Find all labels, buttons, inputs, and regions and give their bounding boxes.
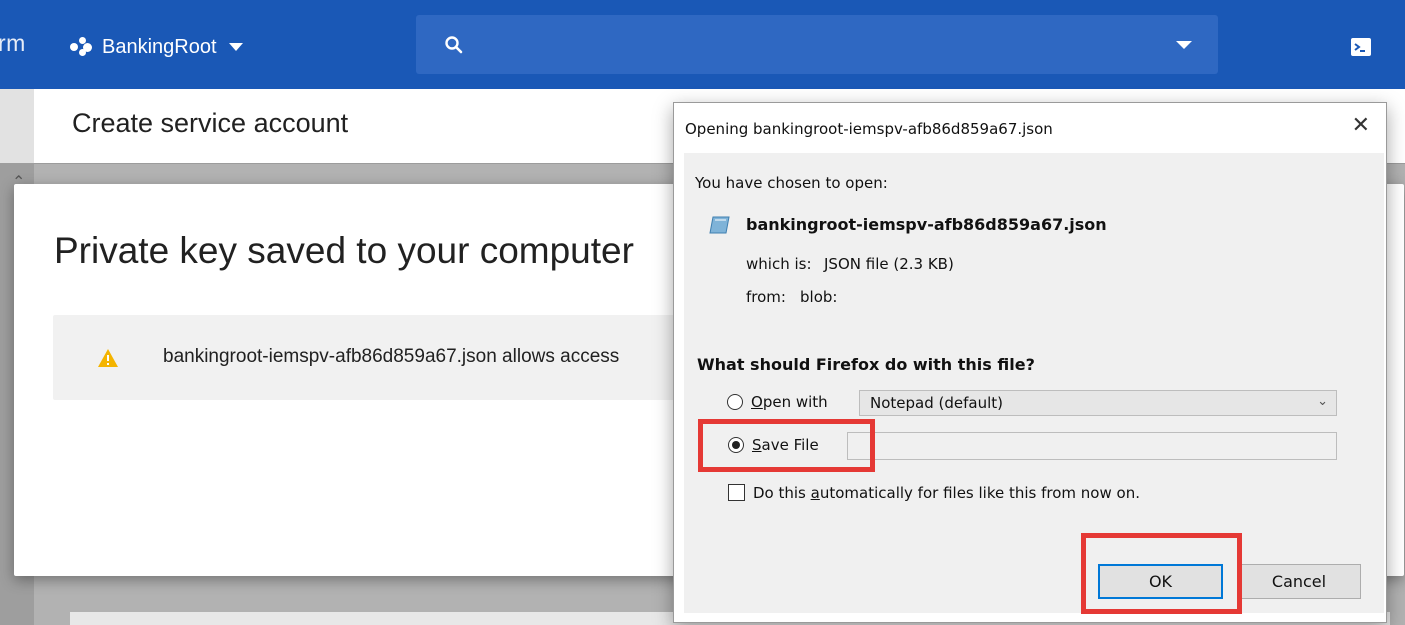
app-name-fragment: rm (0, 30, 26, 56)
chosen-label: You have chosen to open: (695, 174, 888, 192)
project-dots-icon (70, 37, 92, 57)
open-with-radio[interactable] (727, 394, 743, 410)
screen: rm BankingRoot Create service account ⌃ … (0, 0, 1405, 625)
project-selector[interactable]: BankingRoot (70, 32, 243, 62)
open-with-app-select[interactable]: Notepad (default) ⌄ (859, 390, 1337, 416)
from-value: blob: (800, 288, 838, 306)
warning-icon (98, 349, 118, 367)
project-name: BankingRoot (102, 35, 217, 58)
cancel-button[interactable]: Cancel (1237, 564, 1361, 599)
close-icon[interactable]: ✕ (1352, 115, 1370, 137)
cloud-shell-icon[interactable] (1350, 37, 1372, 57)
auto-accesskey: a (810, 484, 820, 502)
chevron-down-icon (228, 43, 243, 51)
ok-button-highlight (1081, 533, 1242, 614)
from-label: from: (746, 288, 786, 306)
save-file-field (847, 432, 1337, 460)
chevron-down-icon: ⌄ (1317, 394, 1328, 409)
notice-text: bankingroot-iemspv-afb86d859a67.json all… (163, 346, 620, 367)
file-icon (709, 216, 730, 234)
open-with-app-value: Notepad (default) (870, 394, 1003, 412)
auto-label-pre: Do this (753, 484, 811, 502)
firefox-open-dialog: Opening bankingroot-iemspv-afb86d859a67.… (673, 102, 1387, 623)
file-type-value: JSON file (2.3 KB) (824, 255, 954, 273)
dialog-window-title: Opening bankingroot-iemspv-afb86d859a67.… (685, 120, 1053, 138)
which-is-label: which is: (746, 255, 812, 273)
top-app-bar: rm BankingRoot (0, 0, 1405, 89)
auto-label-post: utomatically for files like this from no… (819, 484, 1140, 502)
auto-action-label[interactable]: Do this automatically for files like thi… (753, 484, 1140, 502)
dialog-body: You have chosen to open: bankingroot-iem… (684, 153, 1384, 613)
action-question: What should Firefox do with this file? (697, 355, 1035, 374)
auto-action-checkbox[interactable] (728, 484, 745, 501)
search-dropdown-icon[interactable] (1176, 41, 1192, 49)
file-name: bankingroot-iemspv-afb86d859a67.json (746, 215, 1107, 234)
page-title: Create service account (72, 108, 349, 138)
open-with-label[interactable]: Open with (751, 393, 828, 411)
open-with-label-rest: pen with (762, 393, 828, 411)
dialog-titlebar: Opening bankingroot-iemspv-afb86d859a67.… (674, 103, 1386, 153)
search-icon (445, 36, 463, 54)
save-file-highlight (698, 419, 875, 472)
open-with-accesskey: O (751, 393, 763, 411)
search-bar[interactable] (416, 15, 1218, 74)
dialog-title: Private key saved to your computer (54, 230, 634, 271)
